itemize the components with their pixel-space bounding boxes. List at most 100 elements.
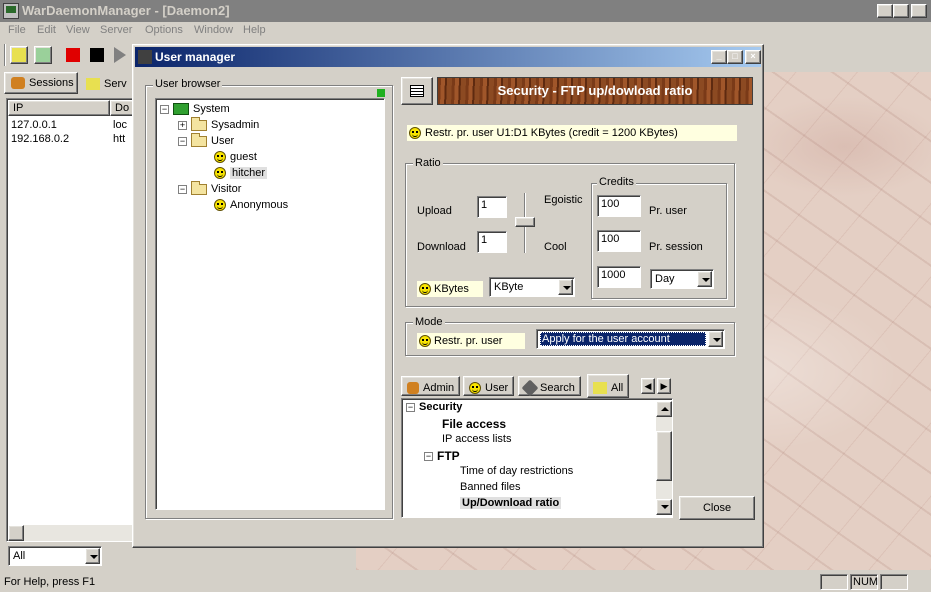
stop-icon[interactable] — [66, 48, 80, 62]
settings-tabs: Admin User Search All — [401, 374, 643, 398]
maximize-button[interactable]: □ — [893, 4, 909, 18]
tree-node-user[interactable]: − User — [178, 132, 234, 147]
close-app-button[interactable]: × — [911, 4, 927, 18]
expand-icon[interactable]: + — [178, 120, 187, 130]
menu-help[interactable]: Help — [243, 24, 266, 36]
app-title: WarDaemonManager - [Daemon2] — [22, 3, 230, 18]
status-cell-empty — [880, 574, 908, 590]
collapse-icon[interactable]: − — [406, 402, 415, 412]
close-button[interactable]: Close — [679, 496, 755, 520]
tree-node-file-access[interactable]: File access — [442, 417, 506, 431]
status-help-text: For Help, press F1 — [4, 576, 96, 588]
menu-window[interactable]: Window — [194, 24, 233, 36]
tab-user-label: User — [485, 381, 509, 394]
table-row[interactable]: 127.0.0.1 — [11, 119, 57, 131]
tab-scroll-left-button[interactable]: ◀ — [641, 378, 655, 394]
tree-node-hitcher[interactable]: hitcher — [214, 167, 268, 179]
tree-label: Security — [419, 401, 463, 413]
tab-admin[interactable]: Admin — [401, 376, 461, 396]
tab-user[interactable]: User — [463, 376, 515, 396]
minimize-button[interactable]: _ — [877, 4, 893, 18]
table-row[interactable]: 192.168.0.2 — [11, 133, 69, 145]
collapse-icon[interactable]: − — [424, 451, 433, 461]
play-icon[interactable] — [114, 47, 126, 63]
pause-icon[interactable] — [90, 48, 104, 62]
tree-node-up-download-ratio[interactable]: Up/Download ratio — [460, 497, 562, 509]
collapse-icon[interactable]: − — [178, 136, 187, 146]
dialog-close-button[interactable]: × — [745, 50, 761, 64]
scroll-down-button[interactable] — [656, 499, 672, 515]
tab-scroll-right-button[interactable]: ▶ — [657, 378, 671, 394]
scroll-thumb[interactable] — [656, 431, 672, 481]
tree-label: Sysadmin — [211, 119, 260, 131]
unit-select[interactable]: KByte — [489, 277, 575, 297]
tree-node-security[interactable]: − Security — [406, 401, 462, 413]
smiley-info-icon — [419, 335, 431, 347]
tree-node-system[interactable]: − System — [160, 103, 230, 115]
credit-period-field[interactable]: 1000 — [597, 266, 641, 288]
smiley-user-icon — [214, 167, 226, 179]
tree-node-ip-access-lists[interactable]: IP access lists — [442, 433, 512, 445]
upload-field[interactable]: 1 — [477, 196, 507, 218]
menu-options[interactable]: Options — [145, 24, 183, 36]
ratio-label: Ratio — [413, 157, 443, 169]
refresh-icon[interactable] — [34, 46, 52, 64]
tab-search-label: Search — [540, 381, 575, 394]
tree-node-visitor[interactable]: − Visitor — [178, 180, 241, 195]
search-icon — [521, 379, 539, 396]
dialog-maximize-button[interactable]: □ — [727, 50, 743, 64]
menu-edit[interactable]: Edit — [37, 24, 56, 36]
menu-view[interactable]: View — [66, 24, 90, 36]
credit-per-session-field[interactable]: 100 — [597, 230, 641, 252]
tree-node-sysadmin[interactable]: + Sysadmin — [178, 116, 260, 131]
period-select[interactable]: Day — [650, 269, 714, 289]
user-manager-dialog: User manager _ □ × User browser − System… — [132, 44, 764, 548]
folder-open-icon — [191, 180, 207, 195]
smiley-info-icon — [409, 127, 421, 139]
menu-file[interactable]: File — [8, 24, 26, 36]
tab-search[interactable]: Search — [518, 376, 581, 396]
connect-icon[interactable] — [10, 46, 28, 64]
egoistic-label: Egoistic — [544, 194, 583, 206]
chevron-down-icon[interactable] — [708, 331, 723, 347]
collapse-icon[interactable]: − — [178, 184, 187, 194]
tab-admin-label: Admin — [423, 381, 455, 394]
sessions-icon — [11, 77, 25, 89]
add-icon[interactable] — [377, 89, 385, 97]
tree-node-anonymous[interactable]: Anonymous — [214, 199, 288, 211]
filter-select[interactable]: All — [8, 546, 102, 566]
info-line: Restr. pr. user U1:D1 KBytes (credit = 1… — [407, 125, 737, 141]
tab-all[interactable]: All — [587, 374, 630, 398]
chevron-down-icon[interactable] — [697, 271, 712, 287]
period-select-value: Day — [655, 273, 675, 285]
kbytes-badge: KBytes — [417, 281, 483, 297]
column-ip[interactable]: IP — [8, 100, 110, 116]
download-field[interactable]: 1 — [477, 231, 507, 253]
tree-node-guest[interactable]: guest — [214, 151, 257, 163]
tab-sessions[interactable]: Sessions — [4, 72, 78, 94]
collapse-icon[interactable]: − — [160, 104, 169, 114]
dialog-title-bar: User manager _ □ × — [135, 47, 761, 67]
ratio-slider-thumb[interactable] — [515, 217, 535, 227]
folder-open-icon — [191, 132, 207, 147]
chevron-down-icon[interactable] — [558, 279, 573, 295]
tree-node-ftp[interactable]: − FTP — [424, 449, 460, 463]
tree-node-banned-files[interactable]: Banned files — [460, 481, 521, 493]
per-session-label: Pr. session — [649, 241, 703, 253]
credit-per-user-field[interactable]: 100 — [597, 195, 641, 217]
dialog-minimize-button[interactable]: _ — [711, 50, 727, 64]
menu-server[interactable]: Server — [100, 24, 132, 36]
sessions-list: IP Do 127.0.0.1 loc 192.168.0.2 htt — [6, 98, 136, 542]
chevron-down-icon[interactable] — [85, 548, 100, 564]
horizontal-scrollbar[interactable] — [8, 525, 136, 541]
system-icon — [173, 103, 189, 115]
scroll-up-button[interactable] — [656, 401, 672, 417]
tree-label: IP access lists — [442, 433, 512, 445]
settings-scrollbar[interactable] — [656, 401, 672, 515]
tab-all-label: All — [611, 381, 624, 394]
mode-select[interactable]: Apply for the user account — [536, 329, 725, 349]
tab-servers[interactable]: Serv — [82, 74, 134, 94]
dialog-icon — [138, 50, 152, 64]
tree-node-time-of-day[interactable]: Time of day restrictions — [460, 465, 573, 477]
list-view-button[interactable] — [401, 77, 433, 105]
